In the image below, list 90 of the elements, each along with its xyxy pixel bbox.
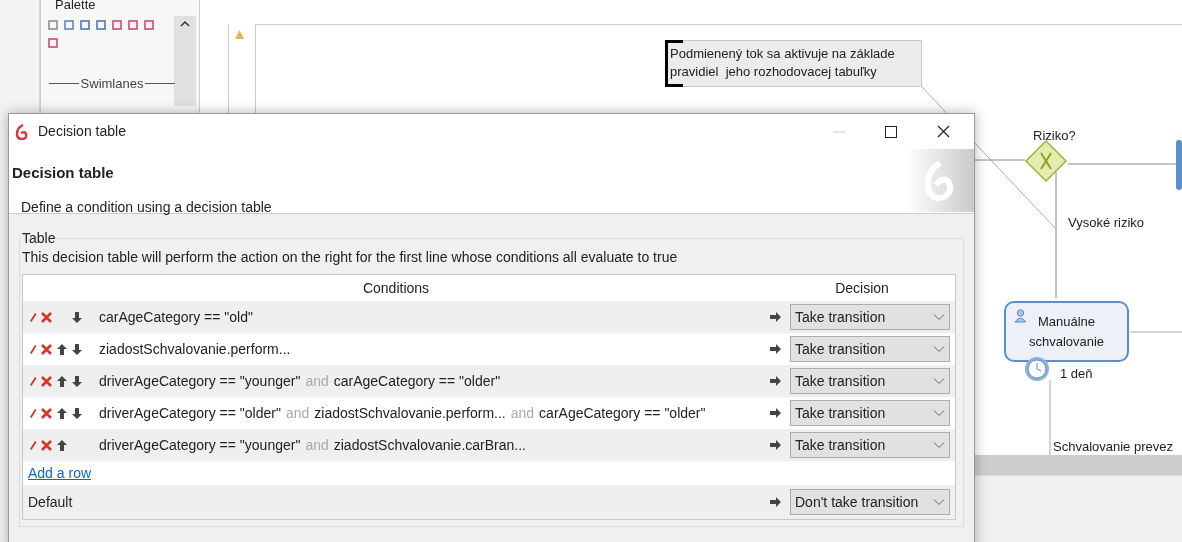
maximize-icon[interactable] — [885, 125, 897, 138]
group-title: Table — [21, 229, 57, 248]
palette-tool-icon[interactable] — [47, 36, 59, 50]
condition-text: ziadostSchvalovanie.perform... — [314, 403, 506, 423]
pencil-icon[interactable] — [29, 407, 37, 419]
annotation-text: Podmienený tok sa aktivuje na základe — [670, 45, 896, 63]
task-label: Manuálne schvalovanie — [1027, 312, 1106, 351]
table-row[interactable]: driverAgeCategory == "younger" and carAgeCategory == "older" Take transition — [23, 365, 955, 397]
flow-label: Vysoké riziko — [1068, 214, 1145, 232]
gateway-label: Riziko? — [1033, 127, 1076, 145]
table-row[interactable]: driverAgeCategory == "younger" and ziadostSchvalovanie.carBran... Take transition — [23, 429, 955, 461]
pencil-icon[interactable] — [29, 343, 37, 355]
gateway[interactable] — [1024, 139, 1068, 183]
palette-tool-icon[interactable] — [63, 18, 75, 32]
scroll-up-icon[interactable] — [180, 20, 190, 27]
pencil-icon[interactable] — [29, 375, 37, 387]
chevron-down-icon — [933, 313, 945, 321]
right-arrow-icon — [769, 439, 782, 451]
condition-text: driverAgeCategory == "older" — [99, 403, 281, 423]
chevron-down-icon — [933, 441, 945, 449]
delete-icon[interactable] — [40, 310, 53, 324]
chevron-down-icon — [933, 498, 945, 506]
palette-tool-icon[interactable] — [143, 18, 155, 32]
app-logo-icon — [14, 123, 30, 140]
chevron-down-icon — [933, 345, 945, 353]
down-arrow-icon[interactable] — [71, 374, 83, 388]
right-arrow-icon — [769, 311, 782, 323]
scrollbar[interactable] — [975, 455, 1182, 475]
decision-dropdown[interactable]: Take transition — [790, 400, 950, 426]
down-arrow-icon[interactable] — [71, 342, 83, 356]
delete-icon[interactable] — [40, 342, 53, 356]
delete-icon[interactable] — [40, 406, 53, 420]
delete-icon[interactable] — [40, 438, 53, 452]
decision-dropdown[interactable]: Take transition — [790, 336, 950, 362]
down-arrow-icon[interactable] — [71, 310, 83, 324]
decision-dropdown[interactable]: Don't take transition — [790, 489, 950, 515]
palette-section-title: Swimlanes — [80, 75, 144, 93]
up-arrow-icon[interactable] — [56, 374, 68, 388]
condition-text: driverAgeCategory == "younger" — [99, 371, 301, 391]
palette-tool-icon[interactable] — [47, 18, 59, 32]
up-arrow-icon[interactable] — [56, 406, 68, 420]
decision-dropdown[interactable]: Take transition — [790, 304, 950, 330]
condition-text: carAgeCategory == "older" — [333, 371, 501, 391]
decision-dropdown[interactable]: Take transition — [790, 368, 950, 394]
annotation-text: pravidiel jeho rozhodovacej tabuľky — [670, 63, 878, 81]
palette-tool-icon[interactable] — [127, 18, 139, 32]
delete-icon[interactable] — [40, 374, 53, 388]
column-header: Conditions — [361, 278, 431, 298]
dialog-description: Define a condition using a decision table — [21, 197, 273, 217]
condition-text: carAgeCategory == "older" — [539, 403, 706, 423]
flow-label: Schvalovanie prevez — [1053, 438, 1173, 456]
timer-icon[interactable] — [1024, 356, 1050, 382]
add-row-link[interactable]: Add a row — [28, 462, 92, 484]
and-keyword: and — [305, 435, 329, 455]
chevron-down-icon — [933, 377, 945, 385]
down-arrow-icon[interactable] — [71, 406, 83, 420]
up-arrow-icon[interactable] — [56, 342, 68, 356]
right-arrow-icon — [769, 375, 782, 387]
user-icon — [1014, 309, 1027, 323]
warning-icon — [234, 29, 245, 40]
annotation[interactable]: Podmienený tok sa aktivuje na základe pravidiel jeho rozhodovacej tabuľky — [665, 40, 922, 87]
table-hint: This decision table will perform the action on the right for the first line whose conditions all evaluate to true — [22, 248, 679, 267]
chevron-down-icon — [933, 409, 945, 417]
right-arrow-icon — [769, 407, 782, 419]
and-keyword: and — [285, 403, 310, 423]
pencil-icon[interactable] — [29, 439, 37, 451]
decision-dropdown[interactable]: Take transition — [790, 432, 950, 458]
and-keyword: and — [305, 371, 329, 391]
close-icon[interactable] — [937, 125, 950, 138]
task-node-edge — [1176, 140, 1182, 190]
dialog-heading: Decision table — [12, 163, 115, 183]
palette-title[interactable]: Palette — [55, 0, 96, 15]
column-header: Decision — [834, 278, 890, 298]
palette-tool-icon[interactable] — [95, 18, 107, 32]
default-label: Default — [28, 492, 74, 512]
up-arrow-icon[interactable] — [56, 438, 68, 452]
pencil-icon[interactable] — [29, 311, 37, 323]
and-keyword: and — [510, 403, 535, 423]
window-title: Decision table — [38, 122, 126, 141]
timer-label: 1 deň — [1060, 365, 1093, 383]
task-node[interactable]: Manuálne schvalovanie — [1004, 301, 1129, 362]
condition-text: ziadostSchvalovanie.carBran... — [333, 435, 526, 455]
palette-tool-icon[interactable] — [111, 18, 123, 32]
right-arrow-icon — [769, 496, 782, 508]
palette-tool-icon[interactable] — [79, 18, 91, 32]
condition-text: carAgeCategory == "old" — [99, 307, 253, 327]
condition-text: driverAgeCategory == "younger" — [99, 435, 301, 455]
condition-text: ziadostSchvalovanie.perform... — [99, 339, 291, 359]
table-row[interactable]: carAgeCategory == "old" Take transition — [23, 301, 955, 333]
right-arrow-icon — [769, 343, 782, 355]
